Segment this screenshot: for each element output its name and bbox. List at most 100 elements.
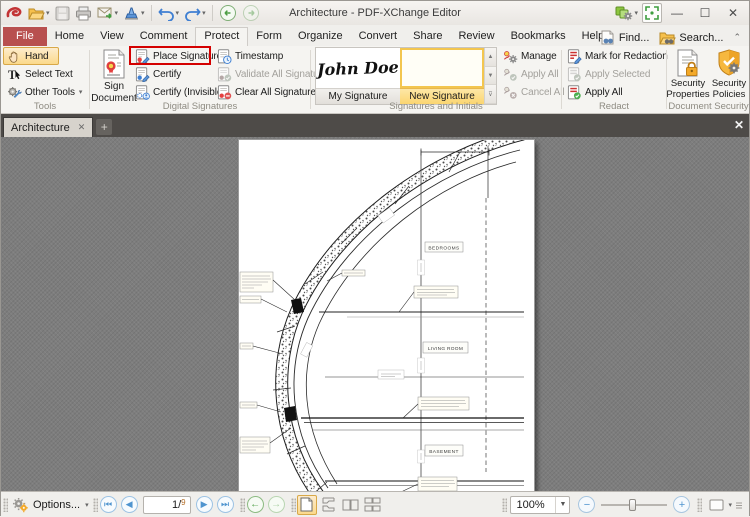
other-tools-button[interactable]: Other Tools ▾ bbox=[3, 83, 86, 101]
toolbar-grip[interactable] bbox=[239, 497, 245, 512]
single-page-layout-button[interactable] bbox=[296, 494, 317, 515]
print-button[interactable] bbox=[73, 3, 94, 23]
certify-button[interactable]: Certify bbox=[131, 65, 185, 83]
maximize-button[interactable]: ☐ bbox=[692, 3, 718, 23]
statusbar-corner-grip-icon[interactable] bbox=[735, 500, 743, 510]
clear-all-signatures-button[interactable]: Clear All Signatures bbox=[213, 83, 325, 101]
zoom-dropdown-caret[interactable]: ▼ bbox=[555, 496, 569, 513]
open-button[interactable]: ▾ bbox=[26, 3, 52, 23]
minimize-button[interactable]: — bbox=[664, 3, 690, 23]
tab-form[interactable]: Form bbox=[248, 27, 290, 46]
tab-share[interactable]: Share bbox=[405, 27, 450, 46]
apply-all-signatures-icon bbox=[503, 68, 517, 81]
mark-for-redaction-button[interactable]: Mark for Redaction bbox=[563, 47, 672, 65]
dimension-marks bbox=[300, 207, 425, 464]
tab-organize[interactable]: Organize bbox=[290, 27, 351, 46]
security-properties-label: Security Properties bbox=[666, 78, 710, 100]
redo-button[interactable]: ▾ bbox=[182, 3, 208, 23]
certify-icon bbox=[135, 66, 150, 82]
zoom-slider[interactable] bbox=[601, 498, 668, 511]
tab-protect[interactable]: Protect bbox=[195, 27, 249, 46]
security-properties-button[interactable]: Security Properties bbox=[666, 47, 710, 104]
view-forward-button[interactable]: → bbox=[267, 496, 285, 513]
new-signature-preview[interactable] bbox=[400, 48, 484, 88]
undo-dropdown-caret[interactable]: ▾ bbox=[176, 9, 180, 17]
manage-signatures-button[interactable]: Manage bbox=[499, 47, 561, 65]
tab-bookmarks[interactable]: Bookmarks bbox=[503, 27, 574, 46]
ui-options-icon[interactable]: ▾ bbox=[613, 3, 640, 23]
security-policies-button[interactable]: Security Policies bbox=[709, 47, 749, 104]
tab-convert[interactable]: Convert bbox=[351, 27, 406, 46]
timestamp-button[interactable]: Timestamp bbox=[213, 47, 287, 65]
apply-selected-redactions-button[interactable]: Apply Selected bbox=[563, 65, 654, 83]
cancel-all-signatures-button[interactable]: Cancel All bbox=[499, 83, 568, 101]
two-page-continuous-layout-button[interactable] bbox=[363, 495, 383, 515]
zoom-out-button[interactable]: − bbox=[578, 496, 596, 513]
tab-comment[interactable]: Comment bbox=[132, 27, 196, 46]
view-back-button[interactable]: ← bbox=[246, 496, 264, 513]
tab-file[interactable]: File bbox=[3, 27, 47, 46]
close-button[interactable]: ✕ bbox=[720, 3, 746, 23]
signature-preview-text: John Doe bbox=[316, 57, 400, 79]
options-caret[interactable]: ▾ bbox=[85, 501, 89, 509]
gallery-scroll-up-icon[interactable]: ▲ bbox=[485, 48, 496, 67]
two-page-layout-button[interactable] bbox=[341, 495, 361, 515]
open-dropdown-caret[interactable]: ▾ bbox=[46, 9, 50, 17]
next-page-button[interactable]: ▶ bbox=[195, 496, 213, 513]
previous-page-button[interactable]: ◀ bbox=[120, 496, 138, 513]
collapse-ribbon-icon[interactable]: ⌃ bbox=[733, 32, 741, 43]
email-dropdown-caret[interactable]: ▾ bbox=[115, 9, 119, 17]
undo-button[interactable]: ▾ bbox=[156, 3, 182, 23]
new-signature-cell[interactable]: New Signature bbox=[400, 48, 484, 104]
history-forward-button[interactable] bbox=[240, 3, 262, 23]
options-button[interactable]: Options... ▾ bbox=[8, 497, 93, 513]
toolbar-grip[interactable] bbox=[92, 497, 98, 512]
apply-all-redactions-button[interactable]: Apply All bbox=[563, 83, 626, 101]
tab-home[interactable]: Home bbox=[47, 27, 92, 46]
tab-review[interactable]: Review bbox=[450, 27, 502, 46]
toolbar-grip[interactable] bbox=[502, 497, 508, 512]
zoom-in-button[interactable]: + bbox=[673, 496, 691, 513]
ui-options-caret[interactable]: ▾ bbox=[634, 9, 638, 17]
tab-view[interactable]: View bbox=[92, 27, 132, 46]
last-page-button[interactable]: ⏭ bbox=[216, 496, 234, 513]
pane-close-icon[interactable]: ✕ bbox=[734, 118, 744, 132]
find-label: Find... bbox=[618, 31, 650, 44]
place-signature-button[interactable]: Place Signature bbox=[131, 47, 226, 65]
fit-page-button[interactable] bbox=[706, 495, 726, 515]
first-page-button[interactable]: ⏮ bbox=[99, 496, 117, 513]
document-tab-architecture[interactable]: Architecture ✕ bbox=[3, 117, 94, 137]
fullscreen-icon[interactable] bbox=[642, 3, 662, 23]
find-button[interactable]: Find... bbox=[600, 30, 650, 45]
page-number-input[interactable]: 1/9 bbox=[142, 495, 191, 514]
my-signature-preview[interactable]: John Doe bbox=[316, 48, 400, 88]
redo-dropdown-caret[interactable]: ▾ bbox=[202, 9, 206, 17]
gallery-scroll-down-icon[interactable]: ▼ bbox=[485, 66, 496, 86]
email-button[interactable]: ▾ bbox=[95, 3, 121, 23]
my-signature-cell[interactable]: John Doe My Signature bbox=[316, 48, 400, 104]
security-properties-icon bbox=[677, 49, 698, 77]
save-button[interactable] bbox=[53, 3, 72, 23]
new-tab-button[interactable]: + bbox=[96, 119, 113, 135]
toolbar-grip[interactable] bbox=[697, 497, 703, 512]
select-text-button[interactable]: T Select Text bbox=[3, 65, 77, 83]
document-area[interactable]: BEDROOMS LIVING ROOM BASEMENT bbox=[1, 137, 749, 491]
apply-all-signatures-button[interactable]: Apply All bbox=[499, 65, 562, 83]
fit-options-caret[interactable]: ▾ bbox=[728, 501, 732, 509]
single-page-icon bbox=[300, 497, 313, 512]
manage-signatures-label: Manage bbox=[521, 50, 557, 62]
search-button[interactable]: Search... bbox=[659, 30, 723, 45]
toolbar-grip[interactable] bbox=[290, 497, 296, 512]
hand-tool-button[interactable]: Hand bbox=[3, 47, 59, 65]
zoom-slider-thumb[interactable] bbox=[629, 498, 637, 511]
document-tab-close-icon[interactable]: ✕ bbox=[78, 123, 86, 132]
zoom-level-input[interactable]: 100% ▼ bbox=[510, 495, 571, 514]
group-label-signatures-and-initials: Signatures and Initials bbox=[389, 101, 483, 112]
stamp-button[interactable]: ▾ bbox=[121, 3, 147, 23]
pdf-page[interactable]: BEDROOMS LIVING ROOM BASEMENT bbox=[238, 139, 535, 491]
continuous-layout-button[interactable] bbox=[319, 495, 339, 515]
other-tools-caret[interactable]: ▾ bbox=[79, 88, 83, 96]
stamp-dropdown-caret[interactable]: ▾ bbox=[141, 9, 145, 17]
annotation-callouts bbox=[239, 269, 470, 491]
history-back-button[interactable] bbox=[217, 3, 239, 23]
